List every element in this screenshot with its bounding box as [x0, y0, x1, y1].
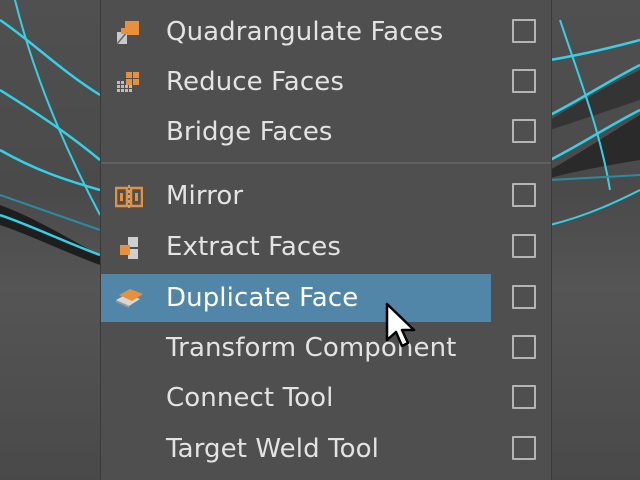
mouse-cursor-icon [385, 302, 419, 354]
menu-item-reduce-faces[interactable]: Reduce Faces [101, 58, 551, 106]
menu-item-label: Mirror [166, 181, 244, 211]
option-box[interactable] [512, 436, 536, 460]
option-box[interactable] [512, 385, 536, 409]
option-box[interactable] [512, 19, 536, 43]
reduce-faces-icon [115, 70, 139, 94]
menu-item-duplicate-face[interactable]: Duplicate Face [101, 272, 551, 322]
menu-item-label: Target Weld Tool [166, 434, 379, 464]
menu-item-label: Reduce Faces [166, 67, 344, 97]
quadrangulate-icon [115, 20, 139, 45]
extract-faces-icon [115, 235, 139, 259]
menu-separator [101, 162, 551, 164]
menu-item-label: Extract Faces [166, 232, 342, 262]
option-box[interactable] [512, 119, 536, 143]
menu-item-quadrangulate-faces[interactable]: Quadrangulate Faces [101, 8, 551, 56]
option-box[interactable] [512, 335, 536, 359]
menu-item-connect-tool[interactable]: Connect Tool [101, 374, 551, 422]
menu-item-mirror[interactable]: Mirror [101, 172, 551, 220]
option-box[interactable] [512, 183, 536, 207]
edit-mesh-menu: Quadrangulate Faces Reduce Faces Bridge … [100, 0, 552, 480]
menu-item-label: Duplicate Face [166, 283, 359, 313]
menu-item-label: Connect Tool [166, 383, 334, 413]
mirror-icon [114, 184, 144, 209]
menu-item-label: Bridge Faces [166, 117, 333, 147]
option-box[interactable] [512, 234, 536, 258]
menu-item-bridge-faces[interactable]: Bridge Faces [101, 108, 551, 156]
menu-item-extract-faces[interactable]: Extract Faces [101, 223, 551, 271]
option-box[interactable] [512, 285, 536, 309]
menu-item-label: Quadrangulate Faces [166, 17, 444, 47]
menu-item-transform-component[interactable]: Transform Component [101, 324, 551, 372]
option-box[interactable] [512, 69, 536, 93]
duplicate-face-icon [115, 286, 143, 310]
menu-item-target-weld-tool[interactable]: Target Weld Tool [101, 425, 551, 473]
